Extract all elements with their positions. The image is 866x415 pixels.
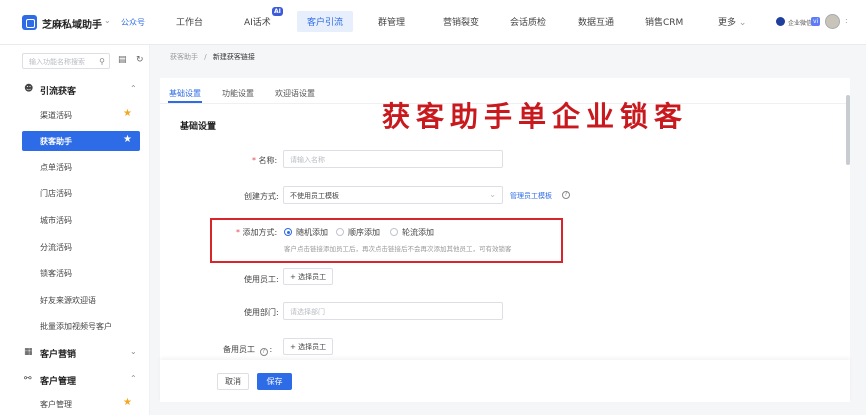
- tab-function-settings[interactable]: 功能设置: [222, 88, 254, 99]
- calendar-icon[interactable]: ▤: [118, 55, 127, 65]
- company-name[interactable]: 企业微信: [788, 18, 812, 27]
- sidebar-search-input[interactable]: 输入功能名称搜索 ⚲: [22, 53, 110, 69]
- sidebar-item-order-code[interactable]: 点单活码: [40, 162, 72, 173]
- top-bar: 芝麻私域助手 ⌄ 公众号 工作台 AI话术 AI 客户引流 群管理 营销裂变 会…: [0, 0, 866, 45]
- dept-label: 使用部门:: [244, 308, 279, 317]
- person-plus-icon: ☻: [24, 84, 34, 94]
- radio-unchecked-icon: [390, 228, 398, 236]
- radio-rotate-add[interactable]: 轮流添加: [390, 227, 434, 238]
- add-method-label: * 添加方式:: [236, 228, 278, 237]
- star-icon[interactable]: ★: [123, 108, 132, 119]
- create-method-value: 不使用员工模板: [290, 192, 339, 200]
- chevron-down-icon: ⌄: [738, 18, 747, 28]
- backup-staff-label: 备用员工 ?:: [223, 345, 273, 356]
- section-title: 基础设置: [180, 122, 217, 132]
- sidebar-item-customer-management[interactable]: 客户管理: [40, 399, 72, 410]
- radio-checked-icon: [284, 228, 292, 236]
- app-switch-chevron-icon[interactable]: ⌄: [104, 16, 111, 25]
- nav-ai-script[interactable]: AI话术: [244, 15, 271, 28]
- group-title-customer-marketing[interactable]: 客户营销: [40, 347, 76, 360]
- select-staff-button[interactable]: + 选择员工: [283, 268, 334, 285]
- group-title-lead-gen[interactable]: 引流获客: [40, 84, 76, 97]
- breadcrumb-parent[interactable]: 获客助手: [170, 53, 198, 61]
- name-placeholder: 请输入名称: [290, 156, 325, 164]
- nav-marketing-fission[interactable]: 营销裂变: [443, 15, 479, 28]
- sidebar-item-split-code[interactable]: 分流活码: [40, 242, 72, 253]
- staff-label: 使用员工:: [244, 275, 279, 284]
- sidebar-item-source-welcome[interactable]: 好友来源欢迎语: [40, 295, 96, 306]
- cancel-button[interactable]: 取消: [217, 373, 249, 390]
- scrollbar[interactable]: [846, 95, 850, 165]
- tab-basic-settings[interactable]: 基础设置: [169, 88, 201, 99]
- nav-sales-crm[interactable]: 销售CRM: [645, 15, 683, 28]
- app-sub-link[interactable]: 公众号: [121, 17, 145, 28]
- nav-customer-acquisition[interactable]: 客户引流: [297, 11, 354, 32]
- annotation-banner: 获客助手单企业锁客: [382, 100, 689, 133]
- star-icon[interactable]: ★: [123, 134, 132, 145]
- tab-welcome-settings[interactable]: 欢迎语设置: [275, 88, 315, 99]
- sidebar-item-acquisition-assistant[interactable]: 获客助手 ★: [22, 131, 140, 151]
- refresh-icon[interactable]: ↻: [136, 55, 144, 65]
- more-options-icon[interactable]: :: [845, 16, 848, 25]
- nav-data-sync[interactable]: 数据互通: [578, 15, 614, 28]
- group-title-customer-management[interactable]: 客户管理: [40, 374, 76, 387]
- vip-badge: vi: [811, 17, 821, 26]
- calendar-icon: ▦: [24, 347, 33, 357]
- sidebar-item-lock-code[interactable]: 锁客活码: [40, 268, 72, 279]
- nav-session-qc[interactable]: 会话质检: [510, 15, 546, 28]
- form-footer: 取消 保存: [160, 360, 850, 402]
- chevron-down-icon: ⌄: [489, 190, 496, 199]
- save-button[interactable]: 保存: [257, 373, 292, 390]
- dept-select[interactable]: 请选择部门: [283, 302, 503, 320]
- radio-unchecked-icon: [336, 228, 344, 236]
- name-label: * 名称:: [252, 156, 278, 165]
- add-method-hint: 客户点击链接添加员工后，再次点击链接后不会再次添加其他员工，可有效锁客: [284, 245, 512, 253]
- people-icon: ⚯: [24, 374, 32, 384]
- name-input[interactable]: 请输入名称: [283, 150, 503, 168]
- breadcrumb-separator: /: [204, 53, 207, 61]
- nav-workbench[interactable]: 工作台: [176, 15, 203, 28]
- search-icon: ⚲: [99, 57, 105, 66]
- help-icon[interactable]: ?: [562, 191, 570, 199]
- dept-placeholder: 请选择部门: [290, 308, 325, 316]
- user-avatar[interactable]: [825, 14, 840, 29]
- star-icon[interactable]: ★: [123, 397, 132, 408]
- breadcrumb-current: 新建获客链接: [212, 53, 255, 61]
- create-method-select[interactable]: 不使用员工模板 ⌄: [283, 186, 503, 204]
- radio-sequential-add[interactable]: 顺序添加: [336, 227, 380, 238]
- radio-random-add[interactable]: 随机添加: [284, 227, 328, 238]
- select-backup-staff-button[interactable]: + 选择员工: [283, 338, 334, 355]
- app-name[interactable]: 芝麻私域助手: [42, 16, 102, 31]
- ai-badge: AI: [272, 7, 283, 16]
- company-logo-icon: [776, 17, 785, 26]
- chevron-up-icon[interactable]: ⌃: [130, 84, 137, 93]
- sidebar-item-store-code[interactable]: 门店活码: [40, 188, 72, 199]
- chevron-down-icon[interactable]: ⌄: [130, 347, 137, 356]
- nav-more-label: 更多: [718, 18, 737, 28]
- help-icon[interactable]: ?: [259, 348, 268, 356]
- sidebar-item-batch-add-video[interactable]: 批量添加视频号客户: [40, 321, 112, 332]
- create-method-label: 创建方式:: [244, 192, 279, 201]
- nav-group-management[interactable]: 群管理: [378, 15, 405, 28]
- sidebar: 输入功能名称搜索 ⚲ ▤ ↻ ☻ 引流获客 ⌃ 渠道活码 ★ 获客助手 ★ 点单…: [0, 45, 150, 415]
- sidebar-item-label: 获客助手: [40, 137, 72, 146]
- sidebar-item-channel-code[interactable]: 渠道活码: [40, 110, 72, 121]
- breadcrumb: 获客助手 / 新建获客链接: [170, 52, 255, 62]
- highlight-box: [210, 218, 563, 263]
- app-logo-icon: [22, 15, 37, 30]
- nav-more[interactable]: 更多 ⌄: [718, 15, 746, 28]
- chevron-up-icon[interactable]: ⌃: [130, 374, 137, 383]
- sidebar-search-placeholder: 输入功能名称搜索: [29, 58, 85, 66]
- main-panel: 基础设置 功能设置 欢迎语设置 获客助手单企业锁客 基础设置 * 名称: 请输入…: [160, 78, 850, 368]
- manage-template-link[interactable]: 管理员工模板: [510, 191, 552, 201]
- sidebar-item-city-code[interactable]: 城市活码: [40, 215, 72, 226]
